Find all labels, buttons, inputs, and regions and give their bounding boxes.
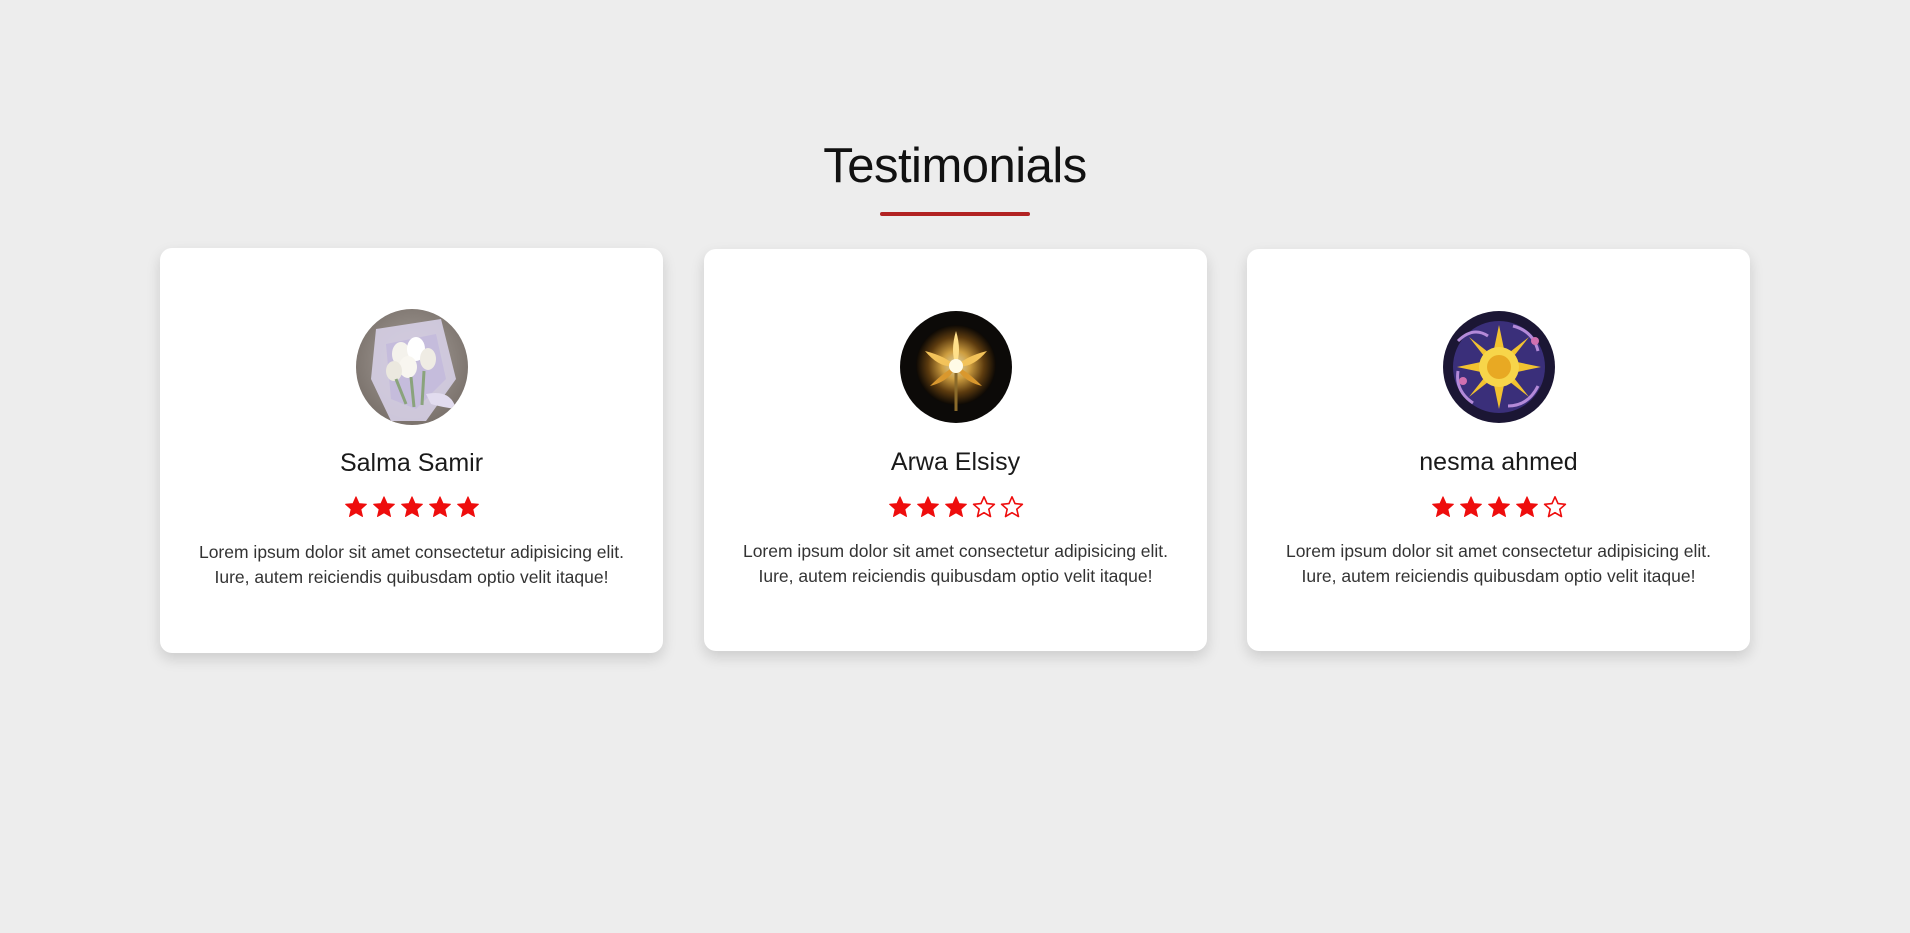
white-tulip-bouquet-photo-icon xyxy=(356,309,468,425)
star-filled-icon xyxy=(1515,496,1538,517)
title-underline xyxy=(880,212,1030,216)
testimonial-text: Lorem ipsum dolor sit amet consectetur a… xyxy=(742,541,1169,586)
glowing-golden-flower-photo-icon xyxy=(900,311,1012,423)
star-filled-icon xyxy=(456,496,479,517)
avatar xyxy=(900,311,1012,423)
avatar xyxy=(356,309,468,425)
testimonial-text: Lorem ipsum dolor sit amet consectetur a… xyxy=(198,542,625,587)
testimonial-card: Arwa Elsisy Lorem ipsum dolor sit amet c… xyxy=(704,249,1207,651)
avatar xyxy=(1443,311,1555,423)
star-outline-icon xyxy=(972,496,995,518)
testimonial-text: Lorem ipsum dolor sit amet consectetur a… xyxy=(1285,541,1712,586)
star-rating xyxy=(160,495,663,519)
reviewer-name: Salma Samir xyxy=(339,449,484,477)
star-outline-icon xyxy=(1000,496,1023,518)
star-filled-icon xyxy=(1487,496,1510,517)
testimonials-section: Testimonials Salma Samir Lorem ipsum dol… xyxy=(0,0,1910,933)
star-filled-icon xyxy=(344,496,367,517)
testimonial-card: Salma Samir Lorem ipsum dolor sit amet c… xyxy=(160,248,663,653)
section-title: Testimonials xyxy=(823,139,1087,193)
star-rating xyxy=(704,495,1207,519)
star-filled-icon xyxy=(1459,496,1482,517)
reviewer-name: Arwa Elsisy xyxy=(890,448,1021,476)
star-filled-icon xyxy=(400,496,423,517)
star-filled-icon xyxy=(372,496,395,517)
star-filled-icon xyxy=(428,496,451,517)
star-outline-icon xyxy=(1543,496,1566,518)
star-filled-icon xyxy=(916,496,939,517)
reviewer-name: nesma ahmed xyxy=(1419,448,1578,476)
golden-sun-on-purple-photo-icon xyxy=(1443,311,1555,423)
star-filled-icon xyxy=(944,496,967,517)
star-rating xyxy=(1247,495,1750,519)
testimonial-card: nesma ahmed Lorem ipsum dolor sit amet c… xyxy=(1247,249,1750,651)
star-filled-icon xyxy=(888,496,911,517)
star-filled-icon xyxy=(1431,496,1454,517)
